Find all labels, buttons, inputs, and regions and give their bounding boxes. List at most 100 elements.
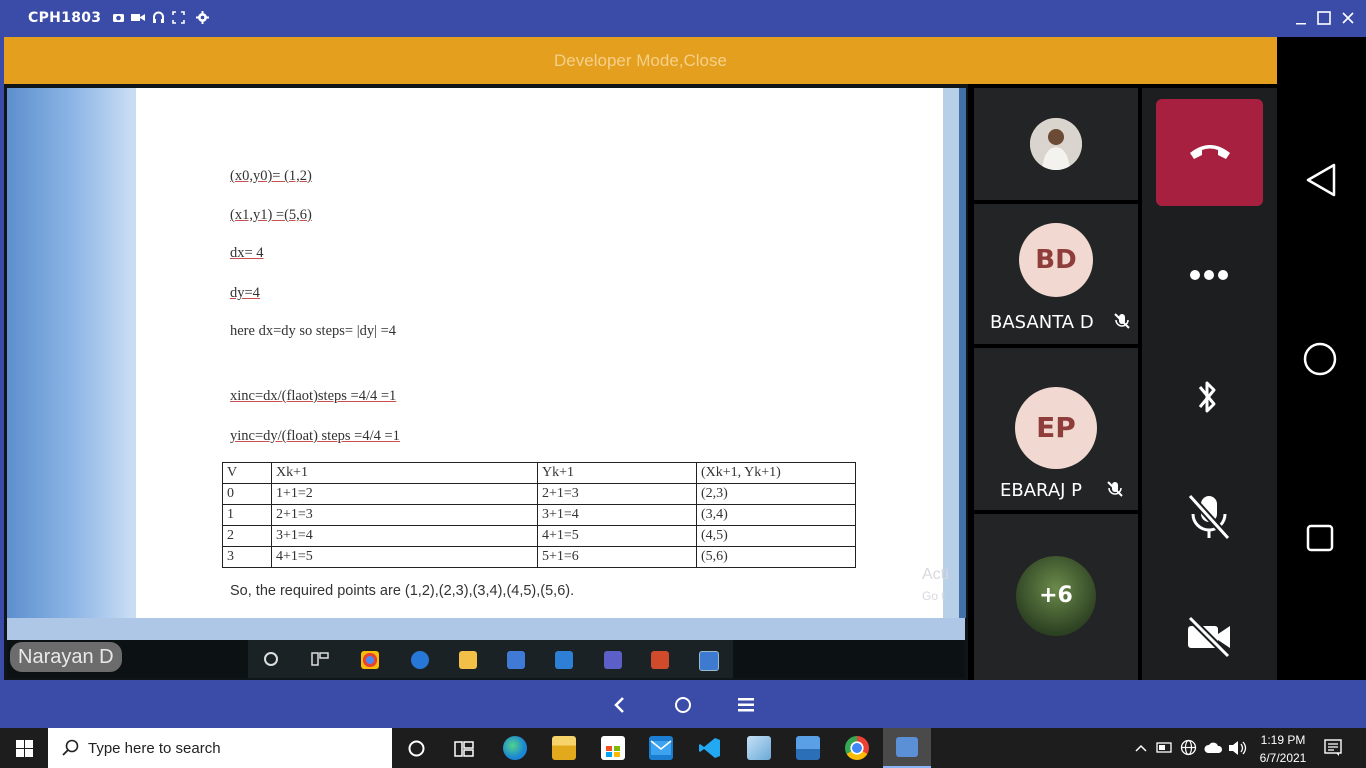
clock-date: 6/7/2021 xyxy=(1259,751,1307,765)
tray-chevron-icon[interactable] xyxy=(1134,741,1148,759)
table-cell: (4,5) xyxy=(696,525,856,547)
more-icon[interactable] xyxy=(1189,268,1229,286)
table-row: 1 2+1=3 3+1=4 (3,4) xyxy=(222,504,856,526)
shared-chrome-icon xyxy=(361,651,379,669)
slide-line: yinc=dy/(float) steps =4/4 =1 xyxy=(230,428,400,444)
mic-off-icon[interactable] xyxy=(1186,492,1232,547)
taskbar-clock[interactable]: 1:19 PM 6/7/2021 xyxy=(1252,731,1314,767)
participant-photo xyxy=(1030,118,1082,170)
bluetooth-icon[interactable] xyxy=(1196,377,1220,422)
table-cell: 2+1=3 xyxy=(271,504,538,526)
close-icon[interactable] xyxy=(1339,9,1357,27)
shared-taskview-icon xyxy=(311,651,329,672)
network-globe-icon[interactable] xyxy=(1180,739,1197,761)
home-icon[interactable] xyxy=(1303,342,1337,381)
table-cell: 3 xyxy=(222,546,272,568)
participant-avatar: BD xyxy=(1019,223,1093,297)
photos-icon[interactable] xyxy=(796,736,820,760)
window-title-bar: CPH1803 xyxy=(0,0,1366,37)
chrome-icon[interactable] xyxy=(845,736,869,760)
headphones-icon[interactable] xyxy=(152,11,165,24)
table-cell: 0 xyxy=(222,483,272,505)
back-chevron-icon[interactable] xyxy=(612,696,626,719)
shared-explorer-icon xyxy=(459,651,477,669)
store-icon[interactable] xyxy=(601,736,625,760)
minimize-icon[interactable] xyxy=(1292,9,1310,27)
table-cell: 3+1=4 xyxy=(537,504,697,526)
table-header: Xk+1 xyxy=(271,462,538,484)
slide-line: dy=4 xyxy=(230,285,260,301)
slide-line: dx= 4 xyxy=(230,245,264,261)
slide-status-strip xyxy=(7,618,965,640)
table-cell: 2+1=3 xyxy=(537,483,697,505)
settings-icon[interactable] xyxy=(196,11,209,24)
file-explorer-icon[interactable] xyxy=(552,736,576,760)
table-row: 0 1+1=2 2+1=3 (2,3) xyxy=(222,483,856,505)
shared-teams-icon xyxy=(604,651,622,669)
search-icon xyxy=(61,739,79,762)
table-cell: 1+1=2 xyxy=(271,483,538,505)
windows-start-icon[interactable] xyxy=(16,740,33,762)
vscode-icon[interactable] xyxy=(698,736,722,760)
developer-mode-bar[interactable]: Developer Mode,Close xyxy=(4,37,1277,84)
participant-tile[interactable]: BD BASANTA D xyxy=(974,204,1138,344)
home-circle-icon[interactable] xyxy=(674,696,692,719)
battery-icon[interactable] xyxy=(1156,740,1174,759)
slide-line: here dx=dy so steps= |dy| =4 xyxy=(230,323,397,339)
fullscreen-icon[interactable] xyxy=(172,11,185,24)
table-cell: (2,3) xyxy=(696,483,856,505)
back-icon[interactable] xyxy=(1305,162,1337,203)
camera-off-icon[interactable] xyxy=(1186,614,1232,665)
volume-icon[interactable] xyxy=(1228,740,1248,761)
clock-time: 1:19 PM xyxy=(1260,733,1306,747)
slide-conclusion: So, the required points are (1,2),(2,3),… xyxy=(230,583,575,599)
participant-tile[interactable]: EP EBARAJ P xyxy=(974,348,1138,510)
recents-icon[interactable] xyxy=(1306,524,1334,557)
maximize-icon[interactable] xyxy=(1315,9,1333,27)
shared-store-icon xyxy=(507,651,525,669)
search-placeholder: Type here to search xyxy=(88,740,221,757)
table-header: Yk+1 xyxy=(537,462,697,484)
participant-avatar: EP xyxy=(1015,387,1097,469)
table-cell: 4+1=5 xyxy=(271,546,538,568)
shared-edge-icon xyxy=(411,651,429,669)
mail-icon[interactable] xyxy=(649,736,673,760)
points-table: V Xk+1 Yk+1 (Xk+1, Yk+1) 0 1+1=2 2+1=3 (… xyxy=(222,462,856,568)
slide-scrollbar xyxy=(959,88,966,618)
action-center-icon[interactable] xyxy=(1324,739,1342,762)
end-call-button[interactable] xyxy=(1156,99,1263,206)
edge-icon[interactable] xyxy=(503,736,527,760)
shared-app-icon xyxy=(699,651,719,671)
onedrive-icon[interactable] xyxy=(1204,741,1224,759)
shared-cortana-icon xyxy=(263,651,279,672)
taskbar-search-box[interactable]: Type here to search xyxy=(48,728,392,768)
participant-tile[interactable] xyxy=(974,88,1138,200)
active-app-button[interactable] xyxy=(883,728,931,768)
table-cell: (3,4) xyxy=(696,504,856,526)
table-cell: 4+1=5 xyxy=(537,525,697,547)
table-header: (Xk+1, Yk+1) xyxy=(696,462,856,484)
table-header-row: V Xk+1 Yk+1 (Xk+1, Yk+1) xyxy=(222,462,856,484)
cortana-icon[interactable] xyxy=(408,740,425,762)
task-view-icon[interactable] xyxy=(454,740,474,763)
emulator-app-icon xyxy=(896,737,918,757)
shared-mail-icon xyxy=(555,651,573,669)
more-participants-avatar: +6 xyxy=(1016,556,1096,636)
participant-name: BASANTA D xyxy=(990,312,1094,333)
table-row: 2 3+1=4 4+1=5 (4,5) xyxy=(222,525,856,547)
table-cell: (5,6) xyxy=(696,546,856,568)
window-title: CPH1803 xyxy=(28,10,102,26)
camera-icon[interactable] xyxy=(112,11,125,24)
end-call-icon xyxy=(1190,145,1230,159)
developer-mode-label[interactable]: Developer Mode,Close xyxy=(4,51,1277,71)
table-row: 3 4+1=5 5+1=6 (5,6) xyxy=(222,546,856,568)
video-icon[interactable] xyxy=(131,11,145,24)
mic-muted-icon xyxy=(1113,312,1131,335)
participant-tile-more[interactable]: +6 xyxy=(974,514,1138,680)
presenter-name: Narayan D xyxy=(10,642,122,672)
table-cell: 3+1=4 xyxy=(271,525,538,547)
shared-powerpoint-icon xyxy=(651,651,669,669)
bottom-nav-bar xyxy=(0,680,1366,728)
notes-app-icon[interactable] xyxy=(747,736,771,760)
menu-icon[interactable] xyxy=(738,698,754,717)
